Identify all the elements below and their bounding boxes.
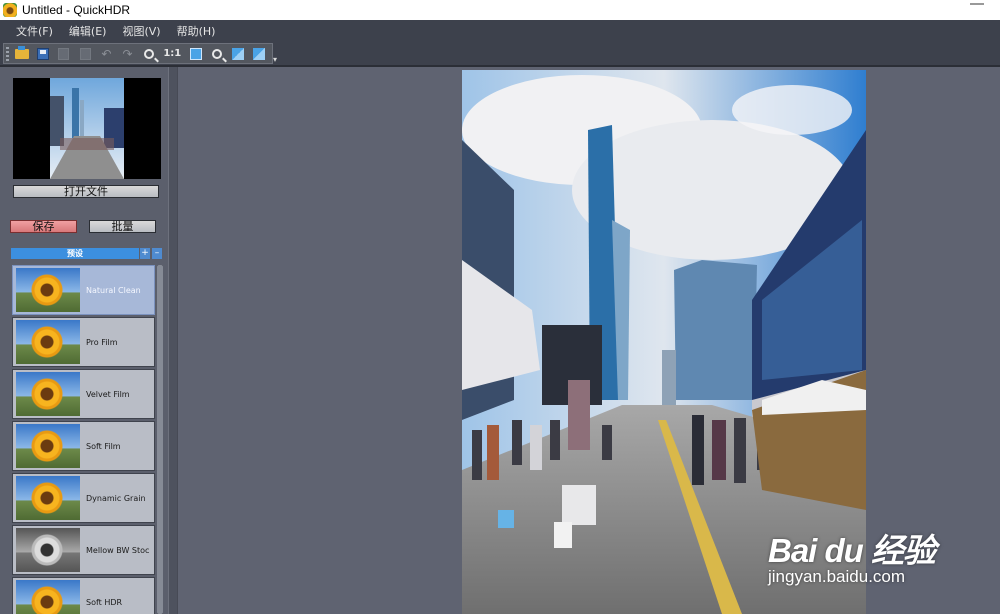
fit-window-icon [189,47,202,60]
preset-label: Dynamic Grain [86,493,146,503]
sunflower-thumbnail [16,320,80,364]
toolbar: ↶ ↷ 1:1 ▾ [0,42,1000,67]
zoom-in-icon [143,48,154,59]
sunflower-thumbnail [16,424,80,468]
menu-edit[interactable]: 编辑(E) [61,23,115,39]
redo-button[interactable]: ↷ [119,45,136,63]
preset-item[interactable]: Natural Clean [12,265,155,315]
preset-item[interactable]: Mellow BW Stoc [12,525,155,575]
preset-label: Natural Clean [86,285,141,295]
preset-label: Soft HDR [86,597,123,607]
window-title: Untitled - QuickHDR [22,3,131,17]
rotate-left-icon [232,47,245,60]
toolbar-overflow-icon[interactable]: ▾ [273,55,277,64]
scrollbar-thumb[interactable] [157,265,163,614]
rotate-right-icon [253,47,266,60]
preset-item[interactable]: Soft Film [12,421,155,471]
rotate-right-button[interactable] [251,45,268,63]
preset-list: Natural Clean Pro Film Velvet Film Soft … [12,265,155,614]
sunflower-thumbnail [16,476,80,520]
redo-icon: ↷ [122,46,133,61]
preset-item[interactable]: Soft HDR [12,577,155,614]
actual-size-button[interactable]: 1:1 [161,45,183,63]
toolbar-grip-handle[interactable] [6,47,9,61]
baidu-watermark: Bai du 经验 jingyan.baidu.com [768,512,958,592]
minimize-button[interactable] [970,3,984,5]
paste-button[interactable] [77,45,94,63]
copy-icon [58,47,70,60]
preset-label: Velvet Film [86,389,130,399]
preset-label: Soft Film [86,441,121,451]
title-bar: Untitled - QuickHDR [0,0,1000,20]
preset-scrollbar[interactable] [157,265,163,614]
add-preset-button[interactable]: + [140,248,150,259]
sunflower-thumbnail [16,580,80,614]
presets-header: 预设 [11,248,139,259]
sunflower-thumbnail [16,268,80,312]
left-panel: 打开文件 保存 批量 预设 + – Natural Clean Pro Film… [0,67,168,614]
watermark-url: jingyan.baidu.com [768,567,906,586]
sunflower-bw-thumbnail [16,528,80,572]
rotate-left-button[interactable] [230,45,247,63]
undo-button[interactable]: ↶ [98,45,115,63]
open-folder-icon [14,45,29,59]
paste-icon [79,47,91,60]
menu-view[interactable]: 视图(V) [114,23,168,39]
preview-photo [50,78,124,179]
menu-bar: 文件(F) 编辑(E) 视图(V) 帮助(H) [0,20,1000,42]
watermark-brand: Bai du 经验 [768,532,936,569]
undo-icon: ↶ [101,46,112,61]
sunflower-app-icon [3,3,17,17]
sunflower-thumbnail [16,372,80,416]
menu-file[interactable]: 文件(F) [0,23,61,39]
menu-help[interactable]: 帮助(H) [169,23,224,39]
zoom-in-button[interactable] [140,45,157,63]
remove-preset-button[interactable]: – [152,248,162,259]
save-button[interactable]: 保存 [10,220,77,233]
preset-label: Pro Film [86,337,118,347]
zoom-out-button[interactable] [208,45,225,63]
save-toolbar-button[interactable] [34,45,51,63]
preset-item[interactable]: Pro Film [12,317,155,367]
image-preview-thumbnail [13,78,161,179]
preset-item[interactable]: Velvet Film [12,369,155,419]
open-file-button[interactable]: 打开文件 [13,185,159,198]
preset-label: Mellow BW Stoc [86,545,150,555]
save-icon [36,47,49,60]
panel-splitter[interactable] [168,67,178,614]
zoom-out-icon [212,48,223,59]
batch-button[interactable]: 批量 [89,220,156,233]
toolstrip: ↶ ↷ 1:1 [3,43,273,64]
fit-window-button[interactable] [187,45,204,63]
copy-button[interactable] [55,45,72,63]
preset-item[interactable]: Dynamic Grain [12,473,155,523]
open-button[interactable] [13,45,30,63]
